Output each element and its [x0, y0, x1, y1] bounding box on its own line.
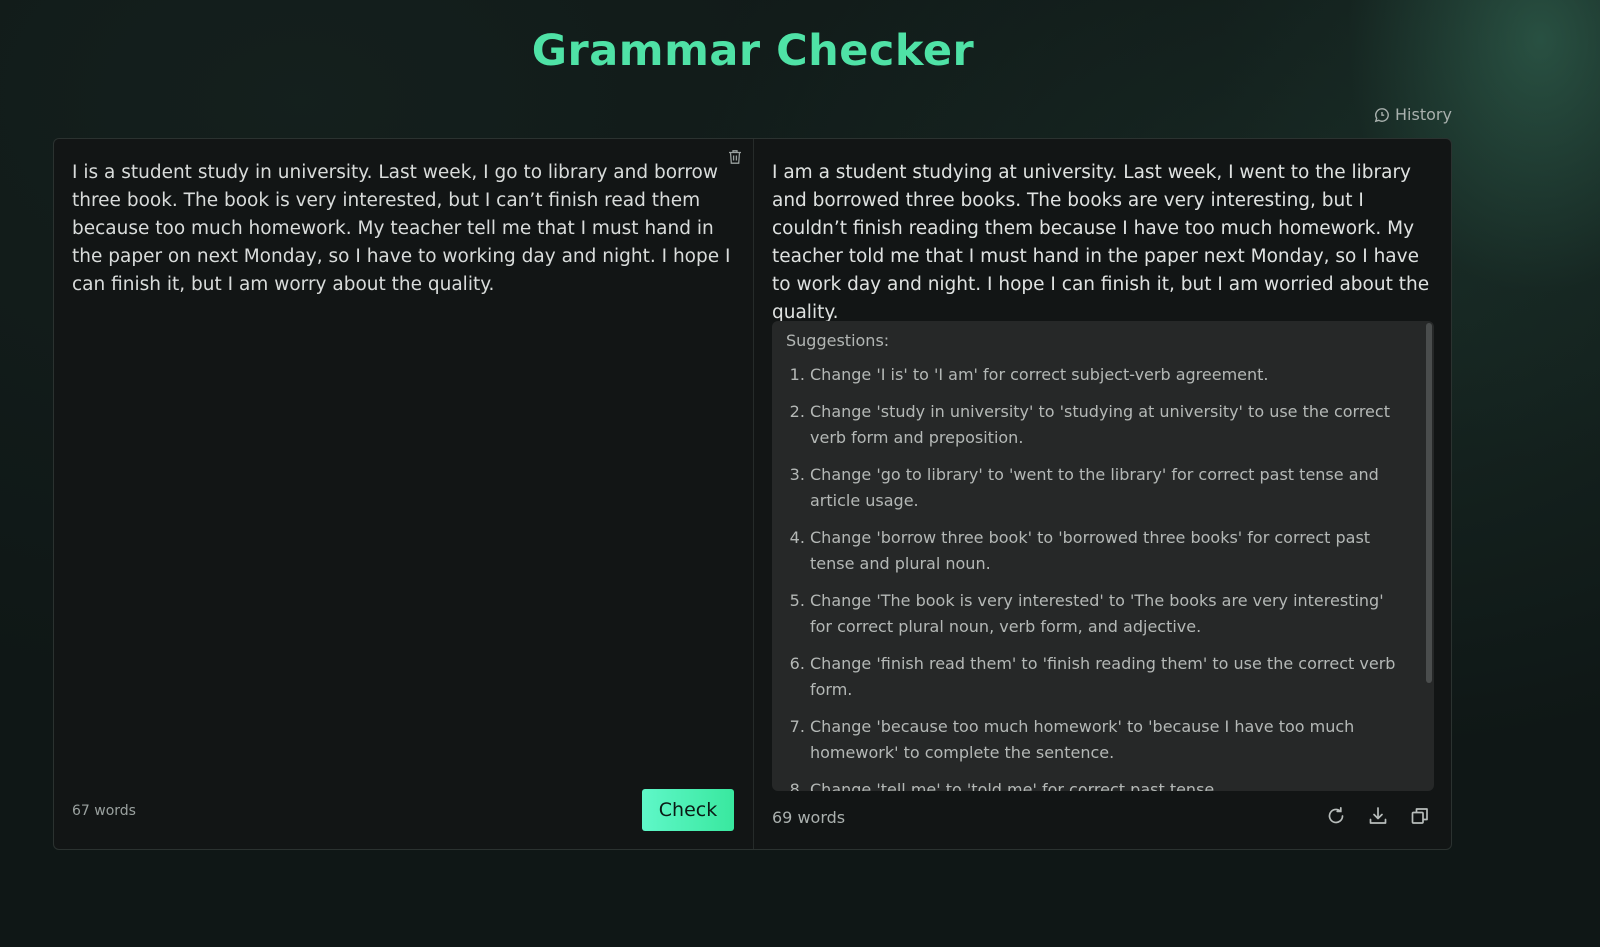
- suggestion-item: Change 'The book is very interested' to …: [810, 588, 1410, 640]
- suggestions-scrollbar[interactable]: [1426, 321, 1432, 791]
- history-button[interactable]: History: [1374, 105, 1452, 124]
- suggestion-item: Change 'go to library' to 'went to the l…: [810, 462, 1410, 514]
- input-textarea[interactable]: I is a student study in university. Last…: [72, 159, 732, 299]
- refresh-icon[interactable]: [1325, 805, 1347, 831]
- suggestions-list: Change 'I is' to 'I am' for correct subj…: [786, 362, 1410, 791]
- suggestions-title: Suggestions:: [786, 331, 890, 350]
- download-icon[interactable]: [1367, 805, 1389, 831]
- suggestions-box[interactable]: Suggestions: Change 'I is' to 'I am' for…: [772, 321, 1434, 791]
- copy-icon[interactable]: [1409, 805, 1431, 831]
- suggestion-item: Change 'finish read them' to 'finish rea…: [810, 651, 1410, 703]
- input-pane: I is a student study in university. Last…: [54, 139, 754, 849]
- suggestion-item: Change 'borrow three book' to 'borrowed …: [810, 525, 1410, 577]
- input-word-count: 67 words: [72, 803, 136, 819]
- output-pane: I am a student studying at university. L…: [754, 139, 1451, 849]
- chat-bubble-icon: [1374, 107, 1390, 123]
- scrollbar-thumb[interactable]: [1426, 323, 1432, 683]
- trash-icon[interactable]: [728, 149, 742, 169]
- suggestion-item: Change 'I is' to 'I am' for correct subj…: [810, 362, 1410, 388]
- check-button[interactable]: Check: [642, 789, 734, 831]
- page-title: Grammar Checker: [531, 26, 975, 76]
- suggestion-item: Change 'tell me' to 'told me' for correc…: [810, 777, 1410, 791]
- suggestion-item: Change 'study in university' to 'studyin…: [810, 399, 1410, 451]
- output-word-count: 69 words: [772, 808, 846, 827]
- checker-panel: I is a student study in university. Last…: [53, 138, 1452, 850]
- output-actions: [1325, 805, 1431, 831]
- corrected-text: I am a student studying at university. L…: [772, 162, 1430, 323]
- suggestion-item: Change 'because too much homework' to 'b…: [810, 714, 1410, 766]
- history-label: History: [1395, 105, 1452, 124]
